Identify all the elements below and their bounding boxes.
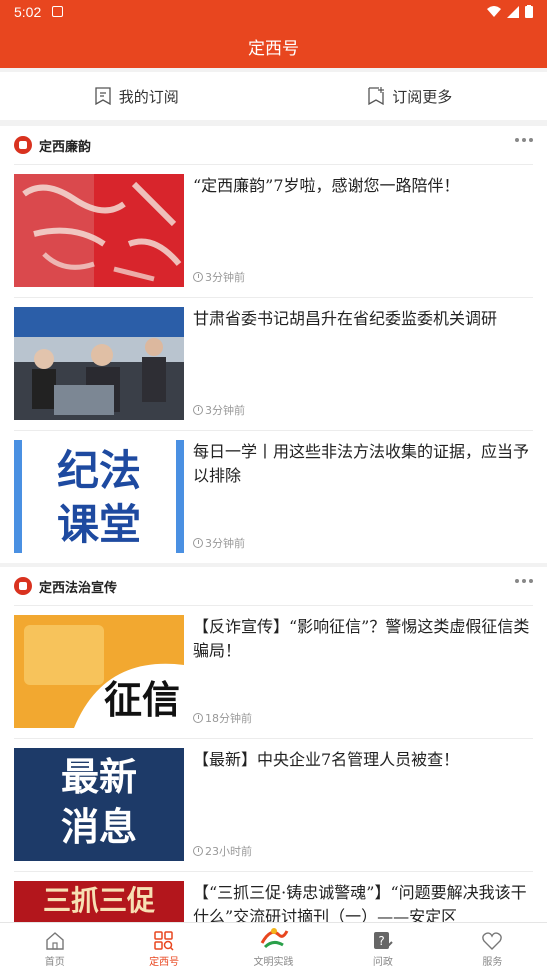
nav-wenming[interactable]: 文明实践	[219, 923, 328, 974]
news-time: 3分钟前	[193, 269, 245, 285]
bottom-navigation: 首页 定西号 文明实践 ? 问政 服务	[0, 922, 547, 974]
news-time: 3分钟前	[193, 535, 245, 551]
wenming-logo-icon	[260, 928, 288, 949]
status-time: 5:02	[14, 4, 42, 20]
notification-icon	[52, 6, 63, 17]
channel-name: 定西法治宣传	[39, 580, 118, 596]
thumb-text-line: 消息	[60, 805, 137, 849]
meeting-photo	[14, 307, 184, 420]
news-item[interactable]: 征信 【反诈宣传】“影响征信”？警惕这类虚假征信类骗局！ 18分钟前	[14, 605, 533, 738]
subscription-bar: 我的订阅 订阅更多	[0, 72, 547, 120]
bookmark-list-icon	[95, 87, 111, 105]
news-item[interactable]: 最新 消息 【最新】中央企业7名管理人员被查！ 23小时前	[14, 738, 533, 871]
clock-icon	[193, 405, 203, 415]
bookmark-add-icon	[368, 87, 385, 105]
nav-home[interactable]: 首页	[0, 923, 109, 974]
heart-icon	[482, 932, 503, 950]
app-screen: 5:02 定西号 我的订阅 订阅更多 定西廉韵 “定西廉韵”7岁啦，感谢您一路陪…	[0, 0, 547, 974]
nav-fuwu-label: 服务	[482, 957, 503, 968]
news-time: 3分钟前	[193, 402, 245, 418]
grid-search-icon	[154, 931, 174, 951]
news-time-label: 3分钟前	[205, 537, 245, 550]
news-item[interactable]: “定西廉韵”7岁啦，感谢您一路陪伴！ 3分钟前	[14, 164, 533, 297]
thumb-text-line: 纪法	[56, 446, 141, 495]
clock-icon	[193, 846, 203, 856]
news-item[interactable]: 甘肃省委书记胡昌升在省纪委监委机关调研 3分钟前	[14, 297, 533, 430]
more-options-icon[interactable]	[515, 138, 533, 142]
news-time: 18分钟前	[193, 710, 252, 726]
channel-logo-icon	[14, 577, 32, 595]
wifi-icon	[487, 5, 501, 17]
nav-wenzheng-label: 问政	[372, 957, 393, 968]
news-time-label: 23小时前	[205, 845, 252, 858]
nav-fuwu[interactable]: 服务	[438, 923, 547, 974]
news-thumbnail	[14, 307, 184, 420]
news-time: 23小时前	[193, 843, 252, 859]
page-title: 定西号	[248, 38, 299, 59]
status-bar: 5:02	[0, 0, 547, 24]
news-time-label: 18分钟前	[205, 712, 252, 725]
news-title: 【最新】中央企业7名管理人员被查！	[193, 750, 460, 769]
more-subscriptions-button[interactable]: 订阅更多	[274, 72, 547, 120]
nav-dingxihao-label: 定西号	[149, 957, 180, 968]
channel-header[interactable]: 定西法治宣传	[0, 567, 547, 605]
channel-section: 定西法治宣传 征信 【反诈宣传】“影响征信”？警惕这类虚假征信类骗局！ 18分钟…	[0, 567, 547, 931]
signal-icon	[507, 5, 519, 18]
news-title: 每日一学丨用这些非法方法收集的证据，应当予以排除	[193, 442, 530, 485]
system-icons	[487, 5, 533, 18]
more-options-icon[interactable]	[515, 579, 533, 583]
clock-icon	[193, 538, 203, 548]
question-edit-icon: ?	[373, 932, 393, 949]
thumb-text-line: 征信	[103, 678, 180, 722]
nav-wenming-label: 文明实践	[253, 957, 294, 968]
clock-icon	[193, 272, 203, 282]
battery-icon	[525, 5, 533, 18]
thumb-text-line: 最新	[60, 755, 137, 799]
my-subscriptions-label: 我的订阅	[118, 87, 179, 106]
news-item[interactable]: 纪法 课堂 每日一学丨用这些非法方法收集的证据，应当予以排除 3分钟前	[14, 430, 533, 563]
thumb-text-line: 三抓三促	[42, 884, 155, 917]
home-icon	[46, 932, 64, 950]
news-thumbnail: 纪法 课堂	[14, 440, 184, 553]
news-time-label: 3分钟前	[205, 404, 245, 417]
svg-text:?: ?	[378, 934, 384, 948]
seal-image	[14, 174, 184, 287]
channel-logo-icon	[14, 136, 32, 154]
channel-section: 定西廉韵 “定西廉韵”7岁啦，感谢您一路陪伴！ 3分钟前 甘肃省委书记胡昌升在省…	[0, 126, 547, 563]
clock-icon	[193, 713, 203, 723]
news-title: 【反诈宣传】“影响征信”？警惕这类虚假征信类骗局！	[193, 617, 530, 660]
news-title: “定西廉韵”7岁啦，感谢您一路陪伴！	[193, 176, 460, 195]
news-time-label: 3分钟前	[205, 271, 245, 284]
my-subscriptions-button[interactable]: 我的订阅	[0, 72, 274, 120]
news-thumbnail: 征信	[14, 615, 184, 728]
nav-wenzheng[interactable]: ? 问政	[328, 923, 437, 974]
app-header: 定西号	[0, 24, 547, 68]
channel-name: 定西廉韵	[39, 139, 92, 155]
news-title: 甘肃省委书记胡昌升在省纪委监委机关调研	[193, 309, 498, 328]
news-thumbnail: 最新 消息	[14, 748, 184, 861]
channel-header[interactable]: 定西廉韵	[0, 126, 547, 164]
more-subscriptions-label: 订阅更多	[392, 87, 453, 106]
thumb-text-line: 课堂	[56, 500, 141, 549]
news-thumbnail	[14, 174, 184, 287]
nav-home-label: 首页	[44, 957, 65, 968]
nav-dingxihao[interactable]: 定西号	[109, 923, 218, 974]
